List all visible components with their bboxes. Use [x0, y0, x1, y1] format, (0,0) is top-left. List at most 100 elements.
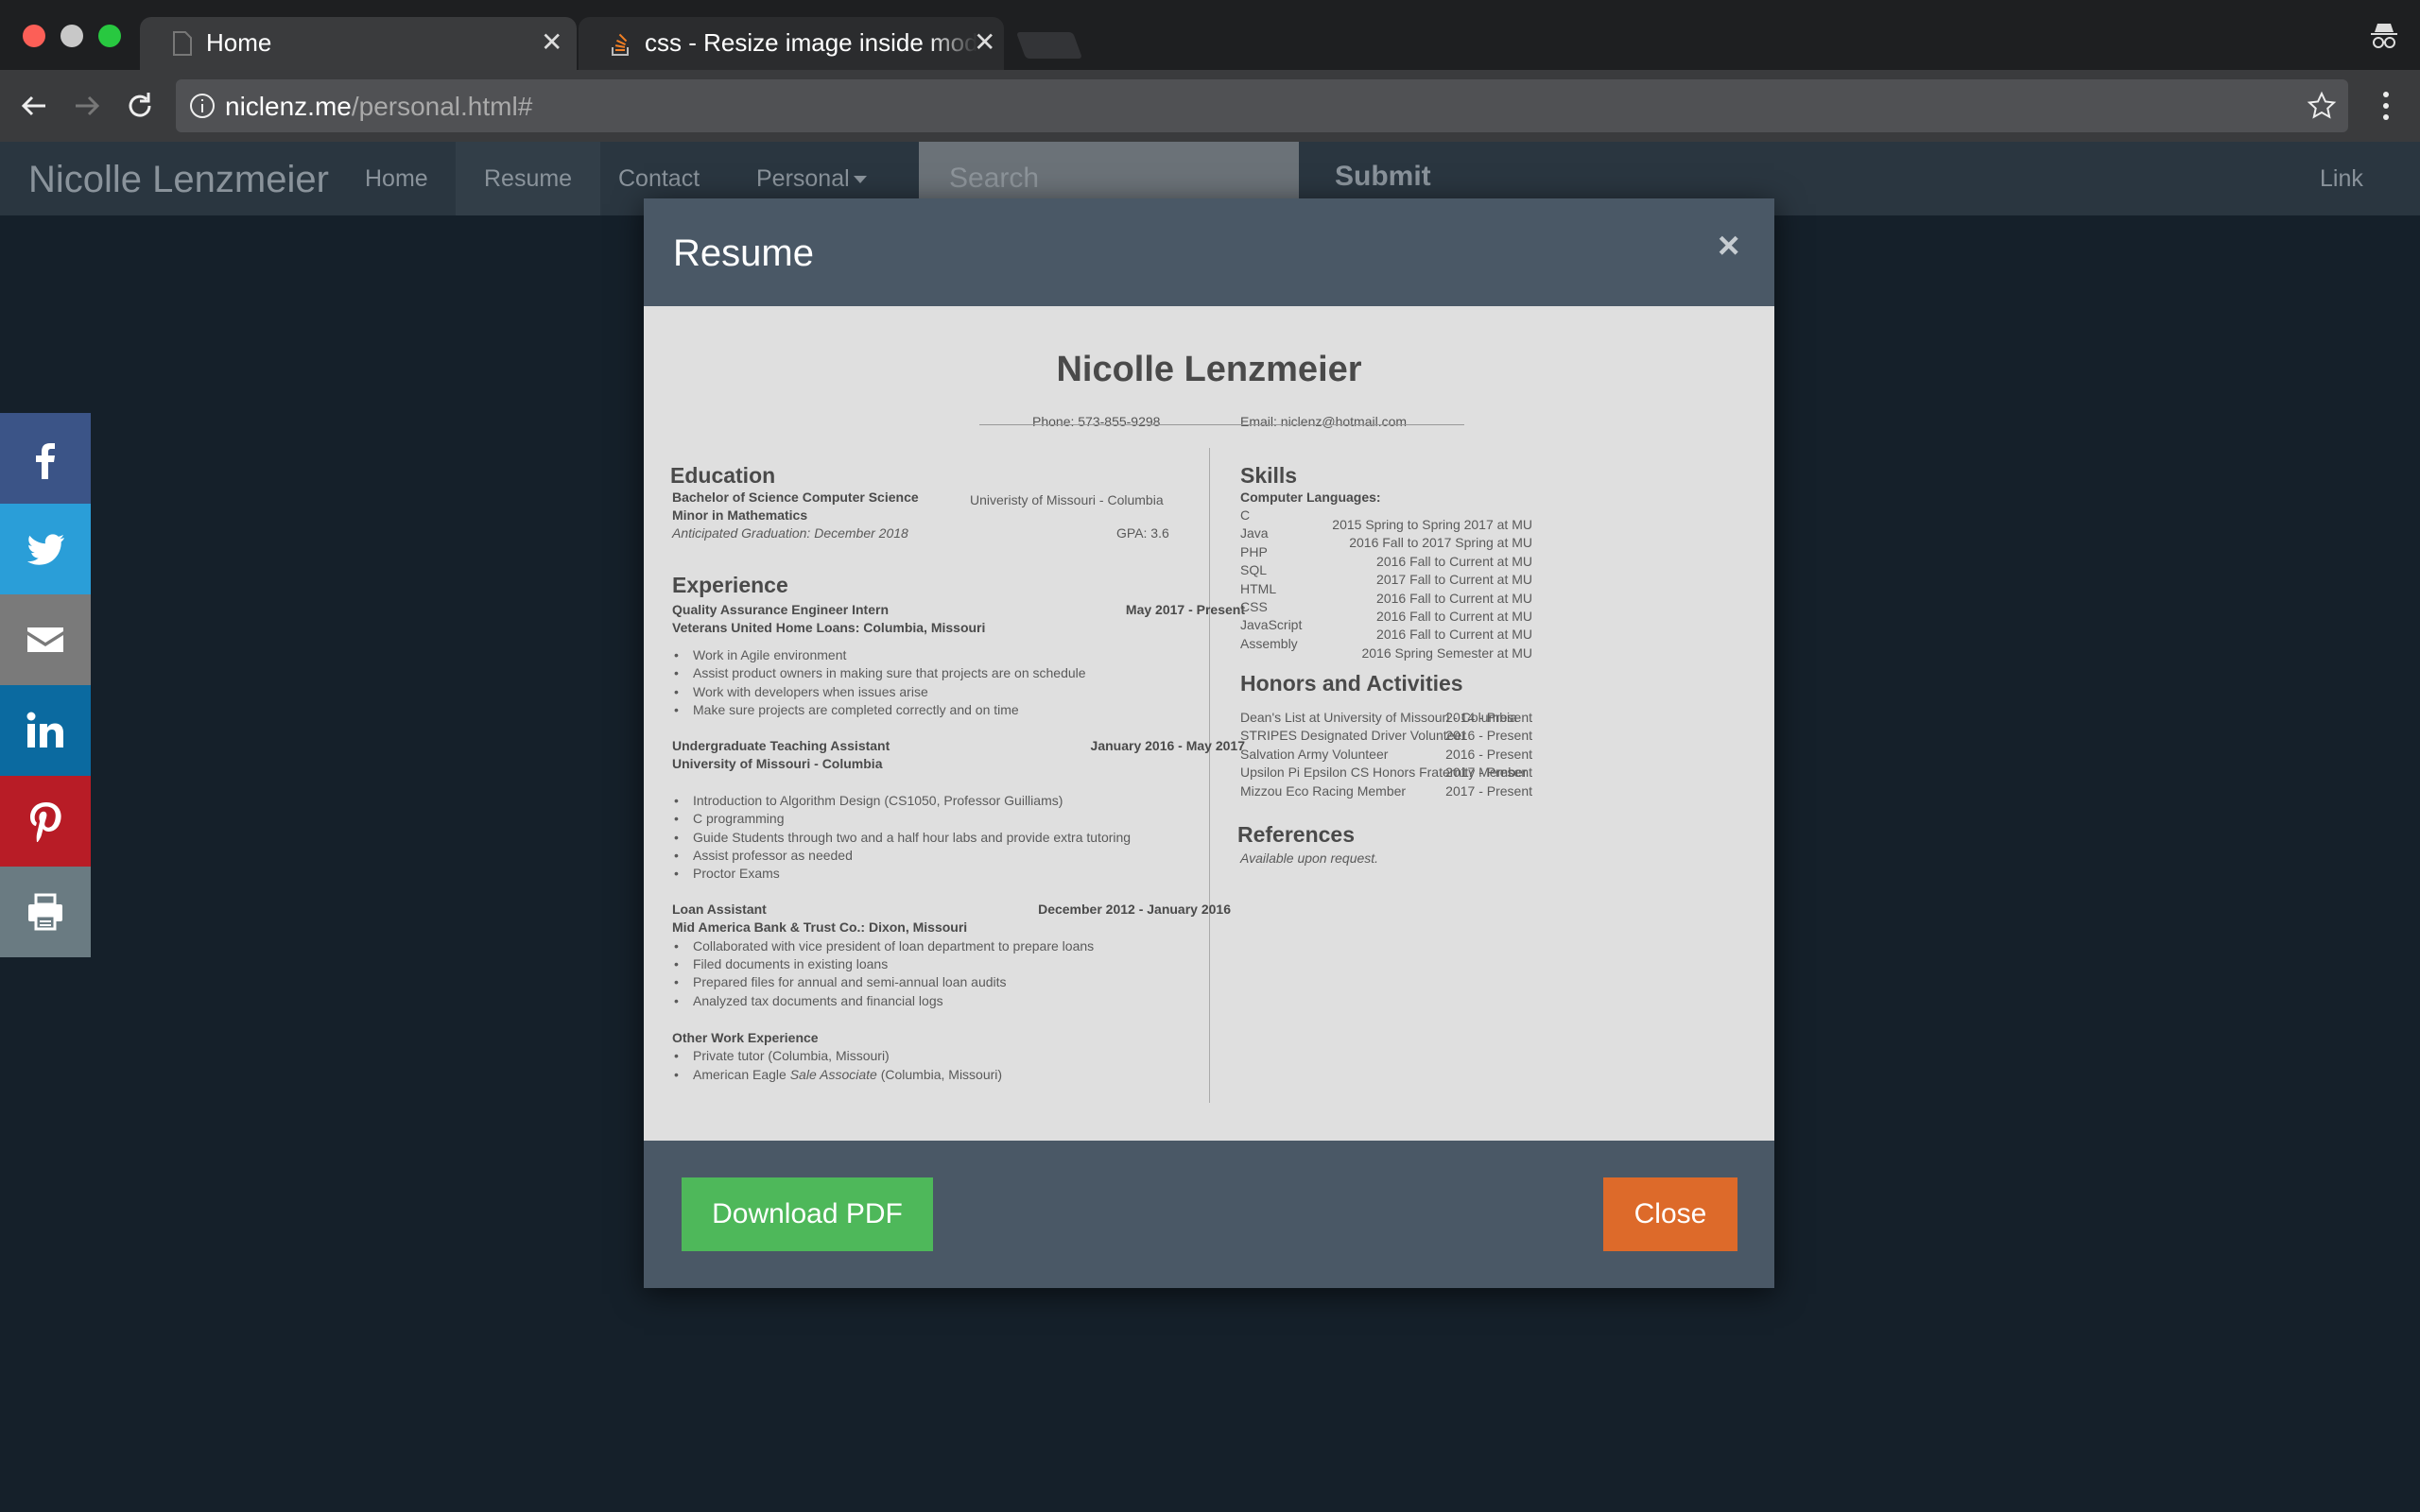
pinterest-icon: [30, 802, 61, 842]
list-item: American Eagle Sale Associate (Columbia,…: [674, 1067, 1002, 1082]
list-item: Assist professor as needed: [674, 848, 853, 863]
email-icon: [27, 627, 63, 652]
tab-stackoverflow[interactable]: css - Resize image inside modal ✕: [579, 17, 1004, 70]
resume-phone: Phone: 573-855-9298: [1032, 414, 1161, 429]
modal-footer: Download PDF Close: [644, 1141, 1774, 1288]
print-icon: [28, 893, 62, 931]
address-bar[interactable]: niclenz.me/personal.html#: [176, 79, 2348, 132]
skills-heading: Skills: [1240, 463, 1298, 488]
resume-email: Email: niclenz@hotmail.com: [1240, 414, 1408, 429]
resume-name: Nicolle Lenzmeier: [1056, 350, 1362, 389]
honor-name: Mizzou Eco Racing Member: [1240, 782, 1407, 799]
job-dates: December 2012 - January 2016: [1038, 902, 1231, 917]
browser-titlebar: Home ✕ css - Resize image inside modal ✕: [0, 0, 2420, 70]
list-item: Prepared files for annual and semi-annua…: [674, 974, 1007, 989]
incognito-icon: [2371, 24, 2397, 48]
reload-icon[interactable]: [121, 87, 159, 125]
resume-divider: [979, 424, 1464, 425]
share-email-button[interactable]: [0, 594, 91, 685]
honor-period: 2016 - Present: [1445, 746, 1532, 762]
list-item: Work in Agile environment: [674, 647, 846, 662]
tab-close-icon[interactable]: ✕: [541, 28, 562, 57]
modal-close-icon[interactable]: ×: [1718, 225, 1739, 267]
modal-title: Resume: [673, 232, 814, 274]
tab-close-icon[interactable]: ✕: [974, 28, 995, 57]
experience-heading: Experience: [672, 573, 788, 597]
honor-name: Salvation Army Volunteer: [1240, 746, 1389, 762]
print-button[interactable]: [0, 867, 91, 957]
education-graduation: Anticipated Graduation: December 2018: [672, 525, 908, 541]
honor-period: 2014 - Present: [1445, 710, 1532, 725]
list-item: Introduction to Algorithm Design (CS1050…: [674, 793, 1063, 808]
submit-button[interactable]: Submit: [1335, 161, 1431, 193]
job-company: University of Missouri - Columbia: [672, 756, 883, 771]
list-item: Make sure projects are completed correct…: [674, 702, 1019, 717]
skill-period: 2016 Fall to 2017 Spring at MU: [1349, 535, 1532, 551]
share-pinterest-button[interactable]: [0, 776, 91, 867]
education-minor: Minor in Mathematics: [672, 507, 808, 523]
close-button[interactable]: Close: [1603, 1177, 1737, 1251]
honor-period: 2017 - Present: [1445, 782, 1532, 799]
forward-arrow-icon[interactable]: [68, 87, 106, 125]
facebook-icon: [36, 443, 55, 479]
skill-period: 2016 Spring Semester at MU: [1361, 644, 1532, 661]
bookmark-star-icon[interactable]: [2307, 91, 2337, 121]
education-school: Univeristy of Missouri - Columbia: [970, 492, 1164, 507]
list-item: Guide Students through two and a half ho…: [674, 830, 1131, 845]
nav-resume[interactable]: Resume: [456, 142, 601, 215]
share-facebook-button[interactable]: [0, 413, 91, 504]
caret-down-icon: [853, 176, 867, 184]
share-twitter-button[interactable]: [0, 504, 91, 594]
references-heading: References: [1237, 822, 1356, 847]
share-linkedin-button[interactable]: [0, 685, 91, 776]
education-gpa: GPA: 3.6: [1116, 525, 1169, 541]
list-item: C programming: [674, 811, 785, 826]
list-item: Assist product owners in making sure tha…: [674, 665, 1086, 680]
nav-home[interactable]: Home: [346, 142, 447, 215]
resume-column-divider: [1209, 448, 1210, 1103]
job-title: Quality Assurance Engineer Intern: [672, 602, 889, 617]
job-title: Loan Assistant: [672, 902, 767, 917]
job-dates: January 2016 - May 2017: [1090, 738, 1245, 753]
tab-title: Home: [206, 28, 272, 57]
skill-period: 2015 Spring to Spring 2017 at MU: [1332, 517, 1532, 532]
page-icon: [173, 31, 192, 56]
list-item: Analyzed tax documents and financial log…: [674, 993, 943, 1008]
honors-heading: Honors and Activities: [1240, 671, 1463, 696]
skill-period: 2016 Fall to Current at MU: [1376, 553, 1532, 569]
references-text: Available upon request.: [1240, 850, 1379, 866]
resume-modal: Resume × Nicolle Lenzmeier Phone: 573-85…: [644, 198, 1774, 1288]
education-degree: Bachelor of Science Computer Science: [672, 490, 919, 505]
nav-link-right[interactable]: Link: [2301, 142, 2382, 215]
site-info-icon[interactable]: [189, 93, 216, 119]
window-zoom-button[interactable]: [98, 25, 121, 47]
browser-menu-icon[interactable]: [2371, 87, 2401, 125]
download-pdf-button[interactable]: Download PDF: [682, 1177, 933, 1251]
skills-subheading: Computer Languages:: [1240, 490, 1381, 505]
tab-home[interactable]: Home ✕: [140, 17, 577, 70]
site-brand[interactable]: Nicolle Lenzmeier: [28, 159, 329, 201]
window-close-button[interactable]: [23, 25, 45, 47]
job-dates: May 2017 - Present: [1125, 602, 1245, 617]
education-heading: Education: [670, 463, 776, 488]
honor-period: 2017 - Present: [1445, 765, 1532, 781]
list-item: Filed documents in existing loans: [674, 956, 888, 971]
new-tab-button[interactable]: [1015, 32, 1083, 59]
window-minimize-button[interactable]: [60, 25, 83, 47]
twitter-icon: [27, 534, 64, 565]
other-experience-heading: Other Work Experience: [672, 1030, 819, 1045]
stackoverflow-icon: [612, 33, 629, 56]
list-item: Private tutor (Columbia, Missouri): [674, 1048, 890, 1063]
back-arrow-icon[interactable]: [15, 87, 53, 125]
linkedin-icon: [26, 712, 63, 747]
list-item: Work with developers when issues arise: [674, 684, 928, 699]
job-company: Mid America Bank & Trust Co.: Dixon, Mis…: [672, 919, 968, 935]
skill-period: 2017 Fall to Current at MU: [1376, 572, 1532, 588]
browser-toolbar: niclenz.me/personal.html#: [0, 70, 2420, 142]
resume-image: Nicolle Lenzmeier Phone: 573-855-9298 Em…: [644, 306, 1774, 1141]
job-title: Undergraduate Teaching Assistant: [672, 738, 890, 753]
skill-period: 2016 Fall to Current at MU: [1376, 590, 1532, 606]
url-text: niclenz.me/personal.html#: [225, 92, 533, 121]
job-company: Veterans United Home Loans: Columbia, Mi…: [672, 620, 986, 635]
honor-period: 2016 - Present: [1445, 728, 1532, 744]
